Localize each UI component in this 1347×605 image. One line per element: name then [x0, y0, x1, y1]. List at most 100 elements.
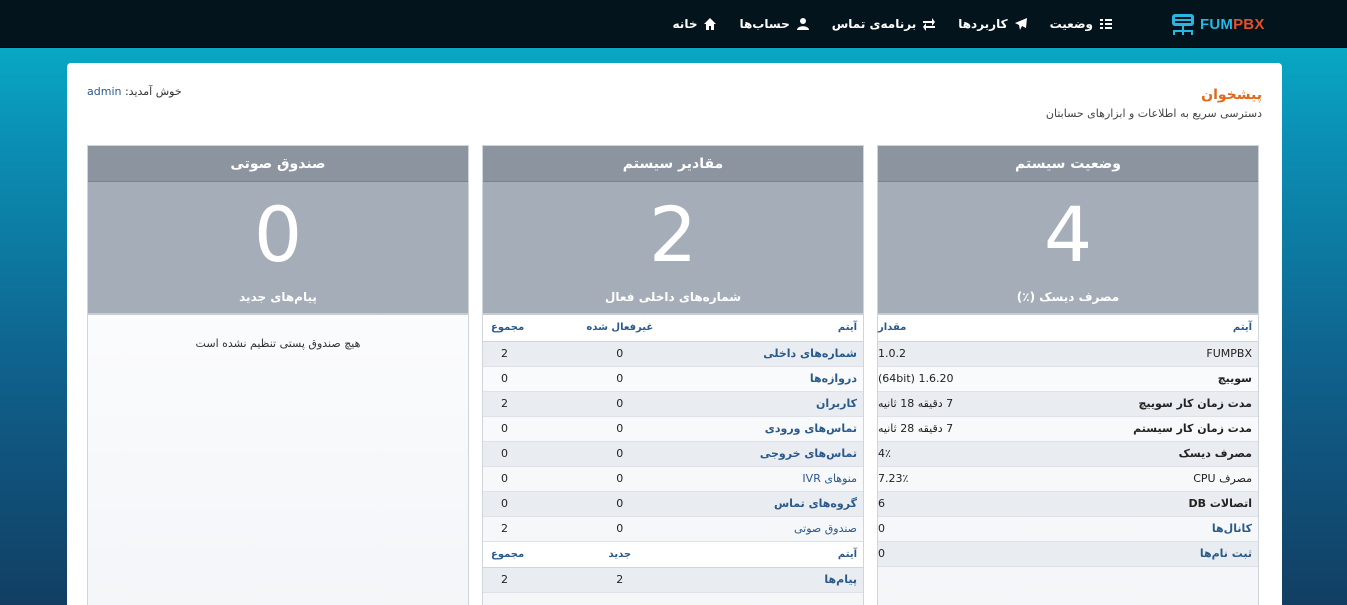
system-status-table: آیتم مقدار FUMPBX 1.0.2 سوییچ 1.6.20 (64…	[878, 315, 1258, 567]
disk-usage-number: 4	[1043, 190, 1093, 279]
main-nav: خانه حساب‌ها برنامه‌ی تماس کاربردها وضعی…	[673, 12, 1113, 36]
system-status-stat[interactable]: 4 مصرف دیسک (٪)	[878, 182, 1258, 315]
home-icon	[703, 17, 717, 31]
system-status-panel: وضعیت سیستم 4 مصرف دیسک (٪) آیتم مقدار F…	[877, 145, 1259, 605]
table-row[interactable]: ثبت نام‌ها 0	[878, 541, 1258, 567]
row-total: 0	[483, 491, 567, 517]
voicemail-stat[interactable]: 0 پیام‌های جدید	[88, 182, 468, 315]
row-name: مدت زمان کار سوییچ	[1022, 391, 1258, 417]
brand-pbx-text: PBX	[1233, 15, 1265, 33]
top-navbar: FUMPBX خانه حساب‌ها برنامه‌ی تماس کاربرد…	[0, 0, 1347, 48]
gateways-link[interactable]: دروازه‌ها	[673, 366, 863, 392]
row-value: 7.23٪	[878, 466, 1023, 492]
row-total: 2	[483, 391, 567, 417]
row-value: 6	[878, 491, 1023, 517]
nav-dialplan-label: برنامه‌ی تماس	[831, 17, 917, 31]
active-extensions-number: 2	[648, 190, 698, 279]
voicemail-panel: صندوق صوتی 0 پیام‌های جدید هیچ صندوق پست…	[87, 145, 469, 605]
row-disabled: 0	[566, 441, 673, 467]
table-row[interactable]: کانال‌ها 0	[878, 516, 1258, 542]
system-values-title: مقادیر سیستم	[483, 146, 863, 182]
row-disabled: 0	[566, 516, 673, 542]
table-row: مصرف دیسک 4٪	[878, 441, 1258, 467]
row-value: 4٪	[878, 441, 1023, 467]
row-value: 0	[878, 516, 1023, 542]
system-values-stat[interactable]: 2 شماره‌های داخلی فعال	[483, 182, 863, 315]
nav-home-label: خانه	[672, 17, 698, 31]
row-total: 0	[483, 466, 567, 492]
table-row[interactable]: پیام‌ها 2 2	[483, 567, 863, 593]
nav-status[interactable]: وضعیت	[1050, 17, 1113, 31]
new-messages-label: پیام‌های جدید	[239, 290, 317, 304]
nav-accounts[interactable]: حساب‌ها	[739, 17, 809, 31]
exchange-icon	[922, 17, 936, 31]
table-subheader: آیتم جدید مجموع	[483, 541, 863, 568]
row-name: مصرف دیسک	[1022, 441, 1258, 467]
brand-logo-link[interactable]: FUMPBX	[1170, 9, 1265, 39]
table-row[interactable]: تماس‌های ورودی 0 0	[483, 416, 863, 442]
col-disabled-header: غیرفعال شده	[566, 315, 673, 342]
welcome-username: admin	[87, 85, 122, 98]
row-total: 0	[483, 366, 567, 392]
table-row: مصرف CPU 7.23٪	[878, 466, 1258, 492]
row-total: 2	[483, 341, 567, 367]
table-row[interactable]: شماره‌های داخلی 0 2	[483, 341, 863, 367]
row-disabled: 0	[566, 391, 673, 417]
new-messages-number: 0	[253, 190, 303, 279]
users-link[interactable]: کاربران	[673, 391, 863, 417]
table-row[interactable]: کاربران 0 2	[483, 391, 863, 417]
disk-usage-label: مصرف دیسک (٪)	[1016, 290, 1120, 304]
page-subtitle: دسترسی سریع به اطلاعات و ابزارهای حسابتا…	[1045, 107, 1262, 120]
row-disabled: 0	[566, 466, 673, 492]
table-row: سوییچ 1.6.20 (64bit)	[878, 366, 1258, 392]
send-icon	[1014, 17, 1028, 31]
extensions-link[interactable]: شماره‌های داخلی	[673, 341, 863, 367]
table-row: اتصالات DB 6	[878, 491, 1258, 517]
row-value: 0	[878, 541, 1023, 567]
pbx-logo-icon	[1172, 14, 1194, 35]
registrations-link[interactable]: ثبت نام‌ها	[1022, 541, 1258, 567]
messages-link[interactable]: پیام‌ها	[673, 567, 863, 593]
row-name: FUMPBX	[1022, 341, 1258, 367]
col-total-header: مجموع	[483, 315, 567, 342]
brand-fum-text: FUM	[1200, 15, 1234, 33]
row-new: 2	[566, 567, 673, 593]
table-row: مدت زمان کار سوییچ 7 دقیقه 18 ثانیه	[878, 391, 1258, 417]
row-value: 7 دقیقه 18 ثانیه	[878, 391, 1023, 417]
row-disabled: 0	[566, 366, 673, 392]
table-row: FUMPBX 1.0.2	[878, 341, 1258, 367]
row-total: 0	[483, 441, 567, 467]
row-disabled: 0	[566, 341, 673, 367]
nav-apps[interactable]: کاربردها	[958, 17, 1027, 31]
nav-status-label: وضعیت	[1049, 17, 1093, 31]
row-value: 7 دقیقه 28 ثانیه	[878, 416, 1023, 442]
table-row[interactable]: منوهای IVR 0 0	[483, 466, 863, 492]
table-row[interactable]: تماس‌های خروجی 0 0	[483, 441, 863, 467]
ivr-menus-link[interactable]: منوهای IVR	[673, 466, 863, 492]
ring-groups-link[interactable]: گروه‌های تماس	[673, 491, 863, 517]
nav-dialplan[interactable]: برنامه‌ی تماس	[832, 17, 936, 31]
row-total: 0	[483, 416, 567, 442]
row-value: 1.6.20 (64bit)	[878, 366, 1023, 392]
channels-link[interactable]: کانال‌ها	[1022, 516, 1258, 542]
row-disabled: 0	[566, 491, 673, 517]
system-values-table: آیتم غیرفعال شده مجموع شماره‌های داخلی 0…	[483, 315, 863, 593]
row-total: 2	[483, 516, 567, 542]
table-row[interactable]: گروه‌های تماس 0 0	[483, 491, 863, 517]
table-row[interactable]: دروازه‌ها 0 0	[483, 366, 863, 392]
inbound-routes-link[interactable]: تماس‌های ورودی	[673, 416, 863, 442]
voicemail-link[interactable]: صندوق صوتی	[673, 516, 863, 542]
row-disabled: 0	[566, 416, 673, 442]
row-value: 1.0.2	[878, 341, 1023, 367]
page-title: پیشخوان	[1201, 87, 1262, 103]
no-mailbox-message: هیچ صندوق پستی تنظیم نشده است	[195, 337, 361, 350]
system-status-title: وضعیت سیستم	[878, 146, 1258, 182]
col-item-header: آیتم	[673, 541, 863, 568]
brand-name: FUMPBX	[1200, 16, 1265, 33]
row-name: مصرف CPU	[1022, 466, 1258, 492]
table-row[interactable]: صندوق صوتی 0 2	[483, 516, 863, 542]
nav-home[interactable]: خانه	[673, 17, 718, 31]
row-name: اتصالات DB	[1022, 491, 1258, 517]
welcome-label: خوش آمدید:	[124, 85, 182, 98]
outbound-routes-link[interactable]: تماس‌های خروجی	[673, 441, 863, 467]
